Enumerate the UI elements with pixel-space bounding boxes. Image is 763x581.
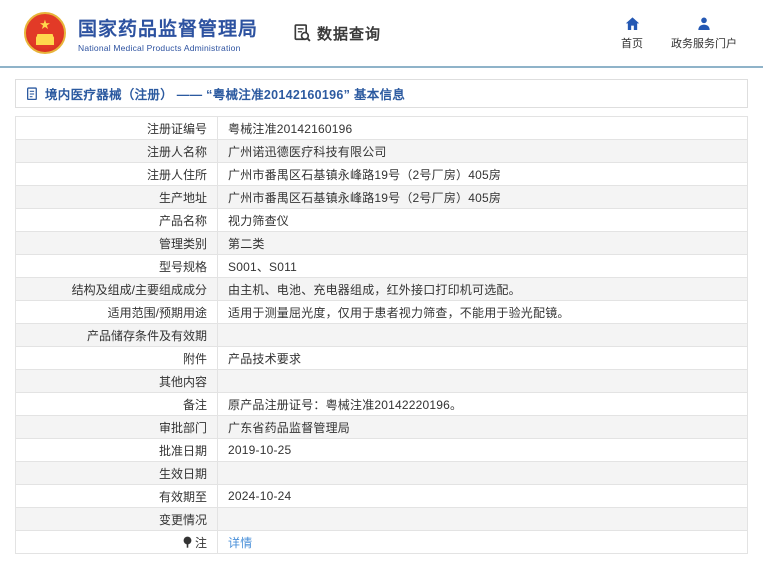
row-value: 第二类 [217, 231, 748, 255]
row-value: 详情 [217, 530, 748, 554]
row-label: 附件 [182, 351, 207, 366]
table-row: 批准日期 2019-10-25 [15, 438, 748, 462]
national-emblem-logo: ★ [24, 12, 66, 54]
row-value [217, 369, 748, 393]
nav-home-label: 首页 [621, 37, 643, 50]
row-label: 结构及组成/主要组成成分 [71, 282, 207, 297]
org-title-block: 国家药品监督管理局 National Medical Products Admi… [78, 14, 258, 53]
row-value: 原产品注册证号：粤械注准20142220196。 [217, 392, 748, 416]
row-label: 生效日期 [158, 466, 207, 481]
home-icon [625, 16, 639, 30]
user-icon [698, 17, 710, 30]
registration-info-table: 注册证编号 粤械注准20142160196 注册人名称 广州诺迅德医疗科技有限公… [15, 116, 748, 554]
table-row: 结构及组成/主要组成成分 由主机、电池、充电器组成，红外接口打印机可选配。 [15, 277, 748, 301]
row-value: 视力筛查仪 [217, 208, 748, 232]
breadcrumb-text: 境内医疗器械（注册） —— “粤械注准20142160196” 基本信息 [45, 88, 406, 102]
row-label: 备注 [182, 397, 207, 412]
row-label: 生产地址 [158, 190, 207, 205]
header-divider-rule [0, 66, 763, 68]
doc-search-icon [294, 24, 311, 42]
row-label: 产品名称 [158, 213, 207, 228]
row-label: 型号规格 [158, 259, 207, 274]
row-label: 注册人名称 [146, 144, 207, 159]
document-icon [27, 86, 37, 100]
row-value: 2024-10-24 [217, 484, 748, 508]
table-row: 注 详情 [15, 530, 748, 554]
breadcrumb: 境内医疗器械（注册） —— “粤械注准20142160196” 基本信息 [15, 79, 748, 108]
row-value [217, 461, 748, 485]
table-row: 附件 产品技术要求 [15, 346, 748, 370]
table-row: 管理类别 第二类 [15, 231, 748, 255]
row-label: 注册证编号 [146, 121, 207, 136]
row-value: S001、S011 [217, 254, 748, 278]
row-label: 变更情况 [158, 512, 207, 527]
table-row: 生效日期 [15, 461, 748, 485]
row-value: 2019-10-25 [217, 438, 748, 462]
table-row: 生产地址 广州市番禺区石基镇永峰路19号（2号厂房）405房 [15, 185, 748, 209]
table-row: 产品名称 视力筛查仪 [15, 208, 748, 232]
row-label: 审批部门 [158, 420, 207, 435]
nav-gov-portal-label: 政务服务门户 [671, 37, 737, 50]
row-value: 广东省药品监督管理局 [217, 415, 748, 439]
org-name-zh: 国家药品监督管理局 [78, 18, 259, 40]
note-icon [183, 536, 192, 548]
org-name-en: National Medical Products Administration [78, 42, 241, 53]
table-row: 注册人住所 广州市番禺区石基镇永峰路19号（2号厂房）405房 [15, 162, 748, 186]
row-value: 产品技术要求 [217, 346, 748, 370]
data-query-section-link[interactable]: 数据查询 [292, 23, 381, 44]
table-row: 审批部门 广东省药品监督管理局 [15, 415, 748, 439]
row-value: 粤械注准20142160196 [217, 116, 748, 140]
row-label: 产品储存条件及有效期 [86, 328, 207, 343]
registration-info-table-wrap: 注册证编号 粤械注准20142160196 注册人名称 广州诺迅德医疗科技有限公… [15, 116, 748, 554]
row-value: 广州诺迅德医疗科技有限公司 [217, 139, 748, 163]
row-label: 管理类别 [158, 236, 207, 251]
row-value [217, 507, 748, 531]
table-row: 备注 原产品注册证号：粤械注准20142220196。 [15, 392, 748, 416]
nav-item-gov-portal[interactable]: 政务服务门户 [671, 16, 737, 51]
row-label: 注册人住所 [146, 167, 207, 182]
table-row: 变更情况 [15, 507, 748, 531]
row-value: 适用于测量屈光度，仅用于患者视力筛查，不能用于验光配镜。 [217, 300, 748, 324]
top-nav: 首页 政务服务门户 [621, 16, 743, 51]
row-value: 广州市番禺区石基镇永峰路19号（2号厂房）405房 [217, 162, 748, 186]
table-row: 适用范围/预期用途 适用于测量屈光度，仅用于患者视力筛查，不能用于验光配镜。 [15, 300, 748, 324]
table-row: 注册证编号 粤械注准20142160196 [15, 116, 748, 140]
row-value: 由主机、电池、充电器组成，红外接口打印机可选配。 [217, 277, 748, 301]
site-header: ★ 国家药品监督管理局 National Medical Products Ad… [0, 0, 763, 66]
emblem-star-icon: ★ [39, 17, 51, 32]
row-label: 有效期至 [158, 489, 207, 504]
row-label: 适用范围/预期用途 [107, 305, 207, 320]
table-row: 型号规格 S001、S011 [15, 254, 748, 278]
table-row: 注册人名称 广州诺迅德医疗科技有限公司 [15, 139, 748, 163]
nav-item-home[interactable]: 首页 [621, 16, 643, 51]
table-row: 产品储存条件及有效期 [15, 323, 748, 347]
row-value [217, 323, 748, 347]
detail-link[interactable]: 详情 [228, 536, 252, 550]
row-label: 注 [194, 535, 207, 550]
row-label: 批准日期 [158, 443, 207, 458]
page: ★ 国家药品监督管理局 National Medical Products Ad… [0, 0, 763, 581]
row-value: 广州市番禺区石基镇永峰路19号（2号厂房）405房 [217, 185, 748, 209]
row-label: 其他内容 [158, 374, 207, 389]
data-query-label: 数据查询 [317, 25, 382, 43]
info-table-body: 注册证编号 粤械注准20142160196 注册人名称 广州诺迅德医疗科技有限公… [15, 116, 748, 554]
table-row: 有效期至 2024-10-24 [15, 484, 748, 508]
emblem-gate-icon [36, 36, 54, 45]
table-row: 其他内容 [15, 369, 748, 393]
